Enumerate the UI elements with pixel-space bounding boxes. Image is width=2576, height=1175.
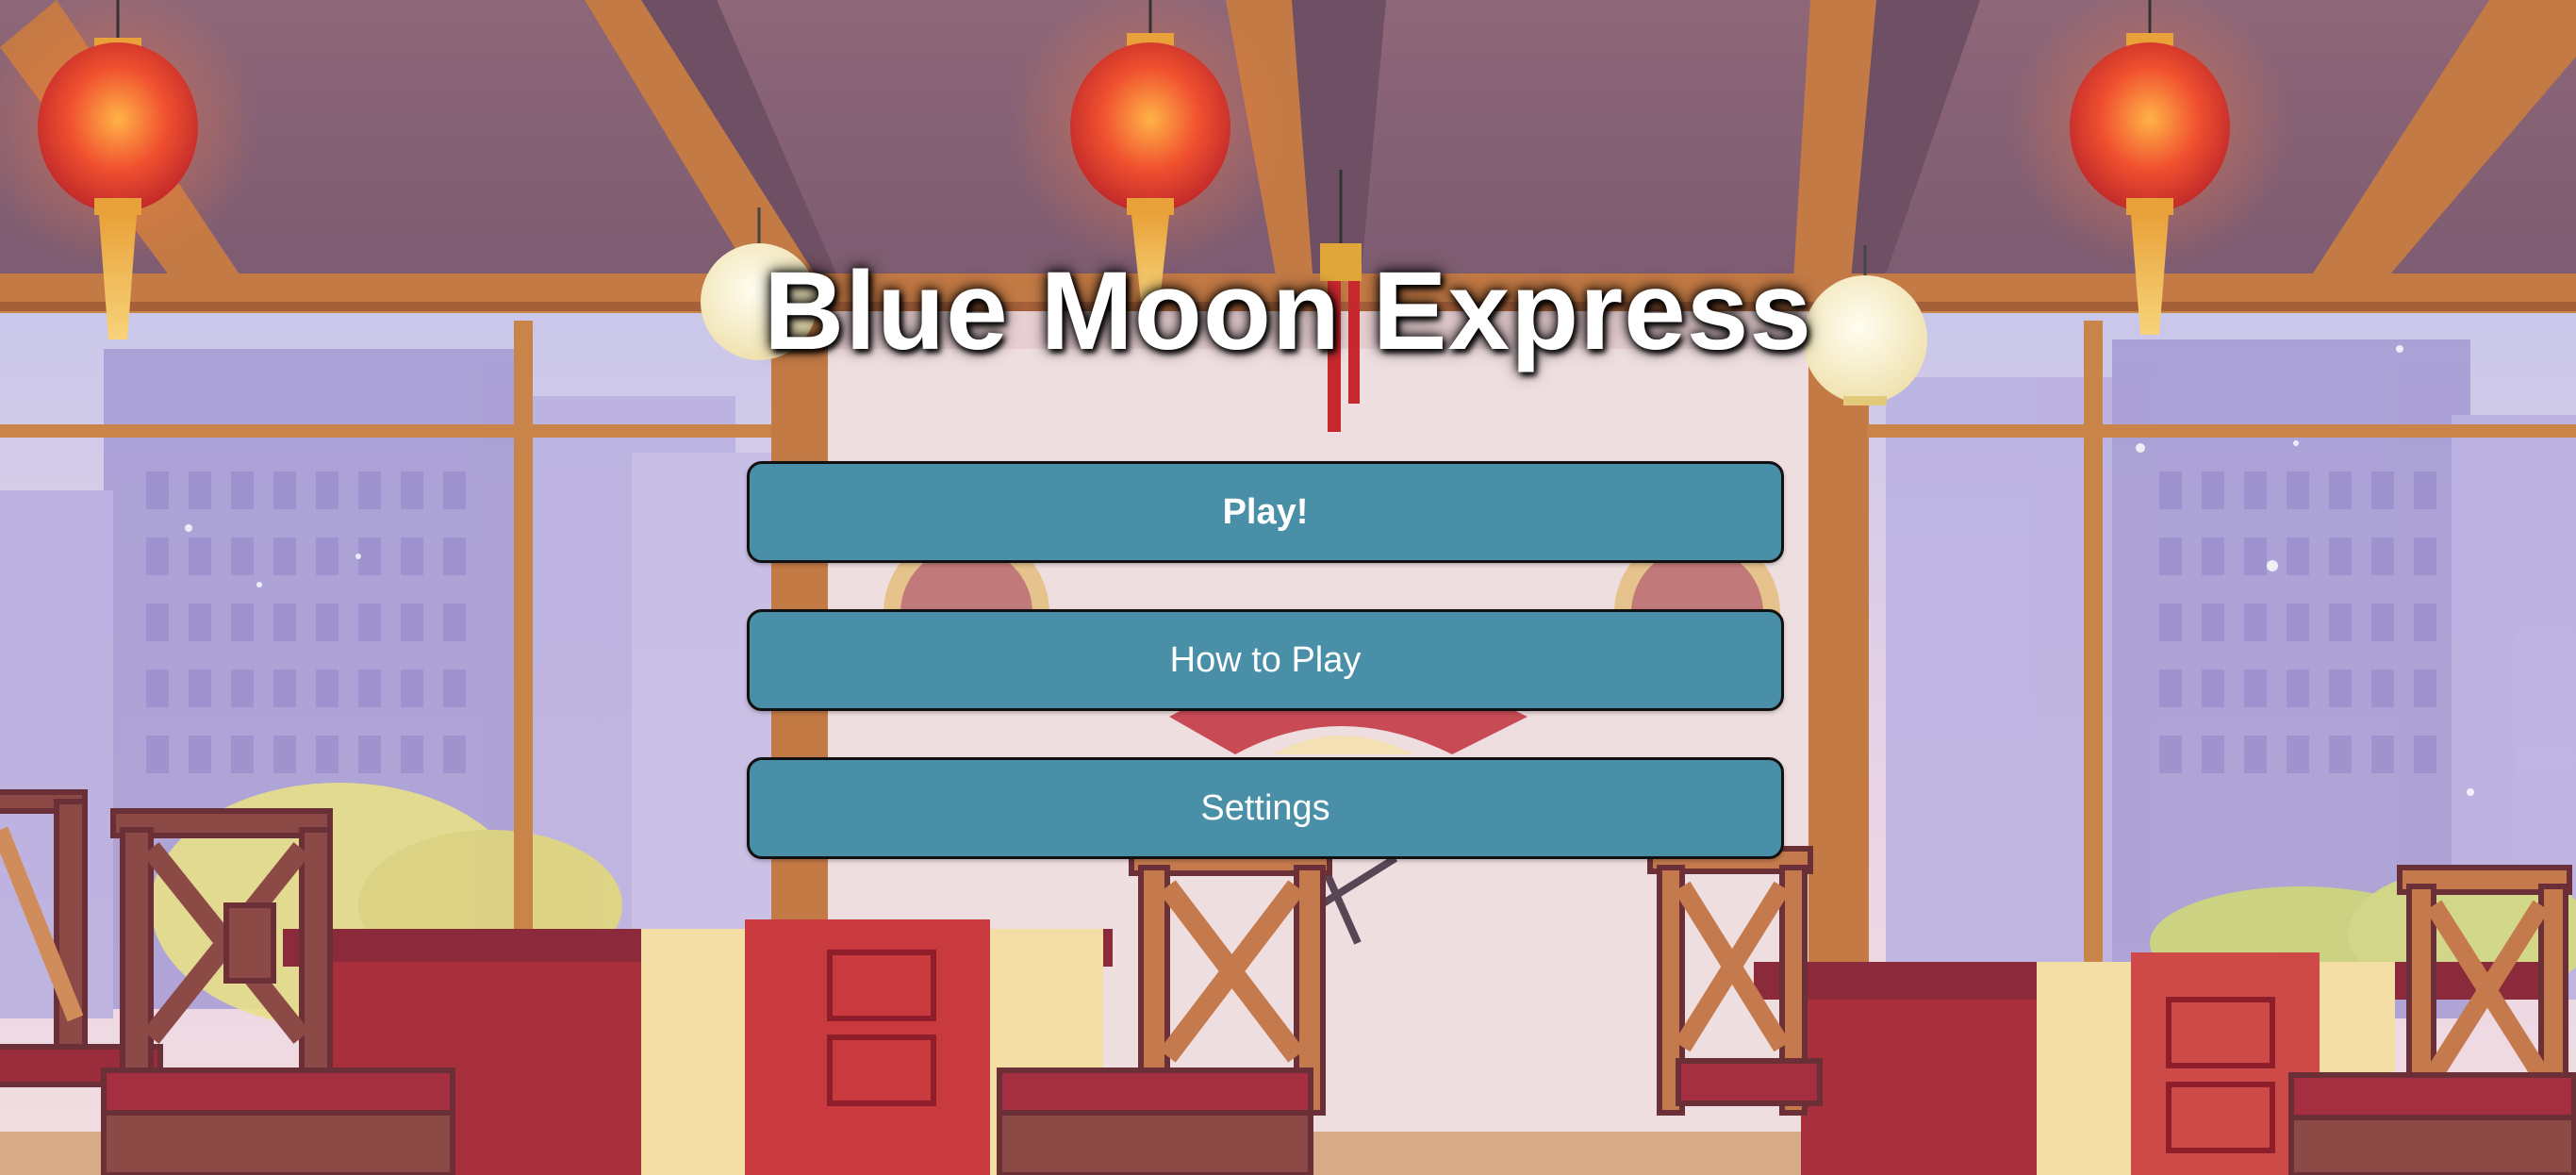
settings-button[interactable]: Settings [747, 757, 1784, 859]
play-button-label: Play! [1222, 491, 1309, 532]
game-screen: Blue Moon Express Play! How to Play Sett… [0, 0, 2576, 1175]
game-title: Blue Moon Express [763, 249, 1812, 373]
settings-button-label: Settings [1200, 787, 1330, 828]
main-menu: Blue Moon Express Play! How to Play Sett… [0, 0, 2576, 1175]
how-to-play-button[interactable]: How to Play [747, 609, 1784, 711]
play-button[interactable]: Play! [747, 461, 1784, 563]
how-to-play-button-label: How to Play [1169, 639, 1362, 680]
